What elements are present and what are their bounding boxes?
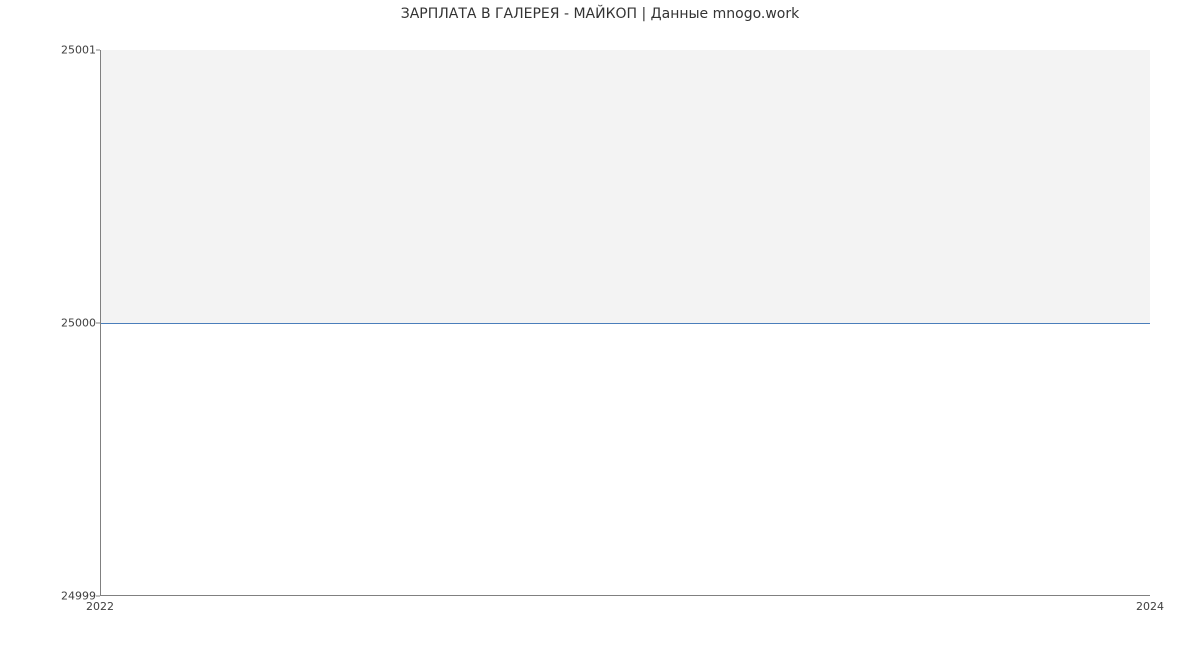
data-line-series [101, 323, 1150, 324]
plot-background-upper [101, 50, 1150, 323]
y-tick-label: 24999 [6, 590, 96, 603]
x-tick-label: 2022 [86, 600, 114, 613]
plot-area [100, 50, 1150, 596]
chart-container: ЗАРПЛАТА В ГАЛЕРЕЯ - МАЙКОП | Данные mno… [0, 0, 1200, 650]
y-tick-label: 25001 [6, 44, 96, 57]
chart-title: ЗАРПЛАТА В ГАЛЕРЕЯ - МАЙКОП | Данные mno… [0, 6, 1200, 22]
x-tick-label: 2024 [1136, 600, 1164, 613]
y-tick-label: 25000 [6, 317, 96, 330]
